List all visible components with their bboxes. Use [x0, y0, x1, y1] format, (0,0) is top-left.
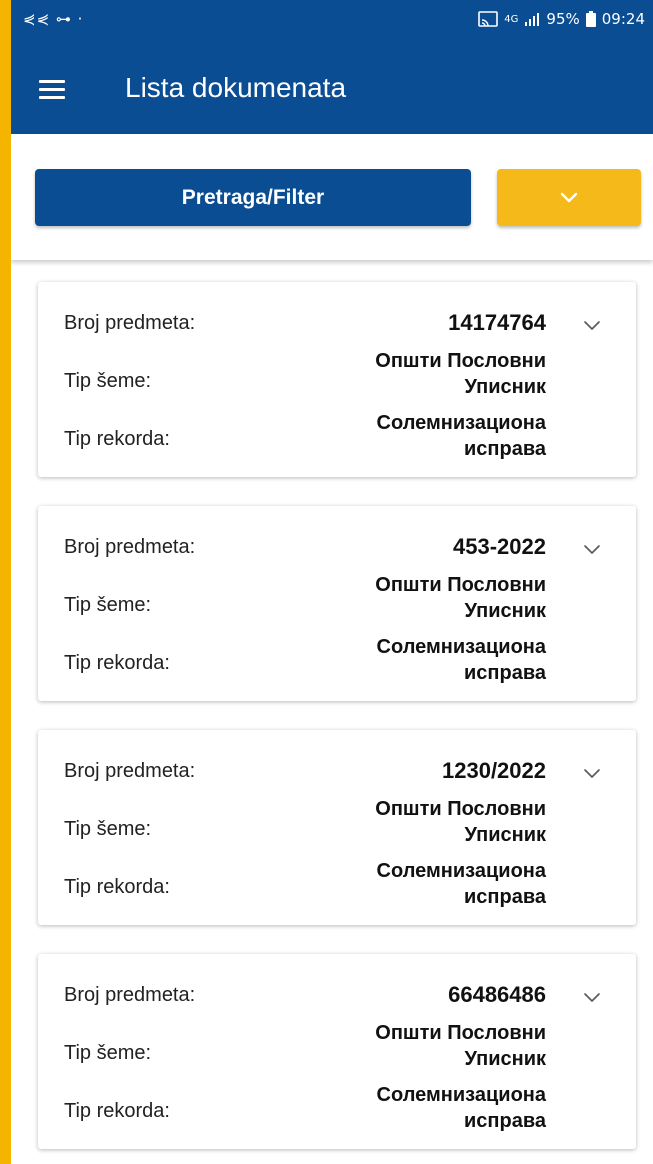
record-type-line1: Солемнизациона — [376, 412, 546, 434]
schema-type-line2: Уписник — [464, 376, 546, 398]
record-type-value: Солемнизациона исправа — [377, 634, 546, 686]
case-number-value: 453-2022 — [453, 534, 546, 559]
options-dropdown-button[interactable] — [497, 169, 641, 226]
record-type-line1: Солемнизациона — [376, 860, 546, 882]
schema-type-label: Tip šeme: — [64, 370, 152, 392]
record-type-line1: Солемнизациона — [376, 1084, 546, 1106]
schema-type-line2: Уписник — [464, 1048, 546, 1070]
schema-type-line1: Општи Пословни — [375, 1022, 546, 1044]
case-number-value: 14174764 — [448, 310, 546, 335]
case-number-label: Broj predmeta: — [64, 984, 196, 1006]
record-type-value: Солемнизациона исправа — [377, 410, 546, 462]
cast-icon — [478, 11, 499, 27]
app-bar: Lista dokumenata — [11, 42, 653, 134]
record-type-line2: исправа — [464, 886, 546, 908]
schema-type-value: Општи Пословни Уписник — [375, 572, 546, 624]
clock: 09:24 — [601, 10, 645, 28]
document-card[interactable]: Broj predmeta: 66486486 Tip šeme: Општи … — [38, 954, 636, 1149]
status-bar: ⋞⋞ ⊶ · 4G 95% 09:24 — [11, 0, 653, 42]
schema-type-value: Општи Пословни Уписник — [375, 796, 546, 848]
expand-chevron-icon[interactable] — [583, 320, 601, 332]
document-card[interactable]: Broj predmeta: 453-2022 Tip šeme: Општи … — [38, 506, 636, 701]
case-number-label: Broj predmeta: — [64, 760, 196, 782]
case-number-value: 66486486 — [448, 982, 546, 1007]
chevron-down-icon — [560, 192, 578, 202]
expand-chevron-icon[interactable] — [583, 544, 601, 556]
schema-type-line2: Уписник — [464, 600, 546, 622]
battery-percent: 95% — [546, 10, 580, 28]
page-title: Lista dokumenata — [125, 72, 347, 103]
schema-type-line1: Општи Пословни — [375, 574, 546, 596]
app-screen: ⋞⋞ ⊶ · 4G 95% 09:24 Lista dokumenata Pre… — [11, 0, 653, 1164]
schema-type-label: Tip šeme: — [64, 818, 152, 840]
record-type-line1: Солемнизациона — [376, 636, 546, 658]
case-number-label: Broj predmeta: — [64, 312, 196, 334]
record-type-label: Tip rekorda: — [64, 876, 170, 898]
document-card[interactable]: Broj predmeta: 14174764 Tip šeme: Општи … — [38, 282, 636, 477]
expand-chevron-icon[interactable] — [583, 768, 601, 780]
schema-type-label: Tip šeme: — [64, 594, 152, 616]
record-type-line2: исправа — [464, 438, 546, 460]
schema-type-line2: Уписник — [464, 824, 546, 846]
schema-type-value: Општи Пословни Уписник — [375, 348, 546, 400]
schema-type-value: Општи Пословни Уписник — [375, 1020, 546, 1072]
record-type-label: Tip rekorda: — [64, 428, 170, 450]
schema-type-line1: Општи Пословни — [375, 350, 546, 372]
record-type-label: Tip rekorda: — [64, 1100, 170, 1122]
hamburger-menu-icon[interactable] — [39, 80, 65, 99]
record-type-value: Солемнизациона исправа — [377, 858, 546, 910]
signal-icon — [525, 13, 540, 26]
schema-type-label: Tip šeme: — [64, 1042, 152, 1064]
status-indicators: 4G 95% 09:24 — [478, 10, 645, 28]
network-type-label: 4G — [504, 13, 519, 25]
case-number-value: 1230/2022 — [442, 758, 546, 783]
search-filter-button[interactable]: Pretraga/Filter — [35, 169, 471, 226]
expand-chevron-icon[interactable] — [583, 992, 601, 1004]
filter-toolbar: Pretraga/Filter — [11, 134, 653, 260]
notification-icons: ⋞⋞ ⊶ · — [23, 10, 84, 28]
document-card[interactable]: Broj predmeta: 1230/2022 Tip šeme: Општи… — [38, 730, 636, 925]
battery-icon — [585, 11, 596, 27]
schema-type-line1: Општи Пословни — [375, 798, 546, 820]
record-type-line2: исправа — [464, 662, 546, 684]
record-type-line2: исправа — [464, 1110, 546, 1132]
record-type-value: Солемнизациона исправа — [377, 1082, 546, 1134]
record-type-label: Tip rekorda: — [64, 652, 170, 674]
case-number-label: Broj predmeta: — [64, 536, 196, 558]
